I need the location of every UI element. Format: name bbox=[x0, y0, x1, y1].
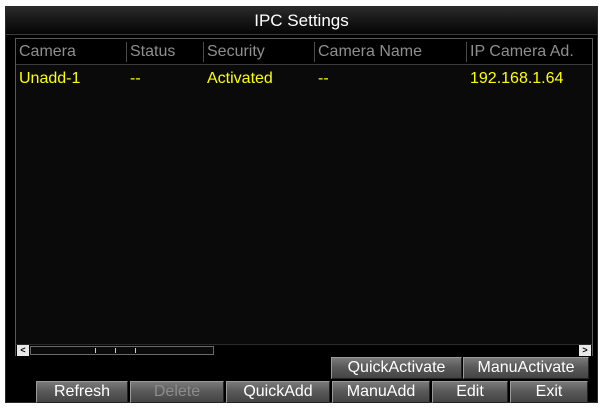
ipc-settings-window: IPC Settings Camera Status Security Came… bbox=[5, 6, 598, 403]
grip-line bbox=[95, 348, 96, 353]
manu-add-button[interactable]: ManuAdd bbox=[332, 381, 430, 403]
quick-activate-button[interactable]: QuickActivate bbox=[331, 357, 462, 379]
table-header: Camera Status Security Camera Name IP Ca… bbox=[16, 39, 592, 65]
scroll-left-arrow-icon[interactable]: < bbox=[17, 345, 29, 356]
cell-ip-address: 192.168.1.64 bbox=[470, 70, 564, 87]
cell-camera: Unadd-1 bbox=[19, 70, 81, 87]
cell-camera-name: -- bbox=[318, 70, 329, 87]
delete-button: Delete bbox=[130, 381, 224, 403]
cell-status: -- bbox=[130, 70, 141, 87]
column-header-ip-camera-address[interactable]: IP Camera Ad. bbox=[467, 39, 593, 65]
column-header-status[interactable]: Status bbox=[127, 39, 203, 65]
grip-line bbox=[115, 348, 116, 353]
column-header-camera[interactable]: Camera bbox=[16, 39, 126, 65]
scrollbar-thumb[interactable] bbox=[30, 346, 214, 355]
cell-security: Activated bbox=[207, 70, 273, 87]
column-header-security[interactable]: Security bbox=[204, 39, 314, 65]
horizontal-scrollbar[interactable]: < > bbox=[16, 344, 592, 356]
manu-activate-button[interactable]: ManuActivate bbox=[463, 357, 589, 379]
camera-list-panel: Camera Status Security Camera Name IP Ca… bbox=[15, 38, 593, 356]
table-row[interactable]: Unadd-1 -- Activated -- 192.168.1.64 bbox=[16, 66, 592, 92]
scroll-right-arrow-icon[interactable]: > bbox=[579, 345, 591, 356]
grip-line bbox=[135, 348, 136, 353]
refresh-button[interactable]: Refresh bbox=[36, 381, 128, 403]
quick-add-button[interactable]: QuickAdd bbox=[226, 381, 330, 403]
window-title: IPC Settings bbox=[6, 7, 597, 35]
column-header-camera-name[interactable]: Camera Name bbox=[315, 39, 466, 65]
exit-button[interactable]: Exit bbox=[510, 381, 588, 403]
edit-button[interactable]: Edit bbox=[432, 381, 508, 403]
